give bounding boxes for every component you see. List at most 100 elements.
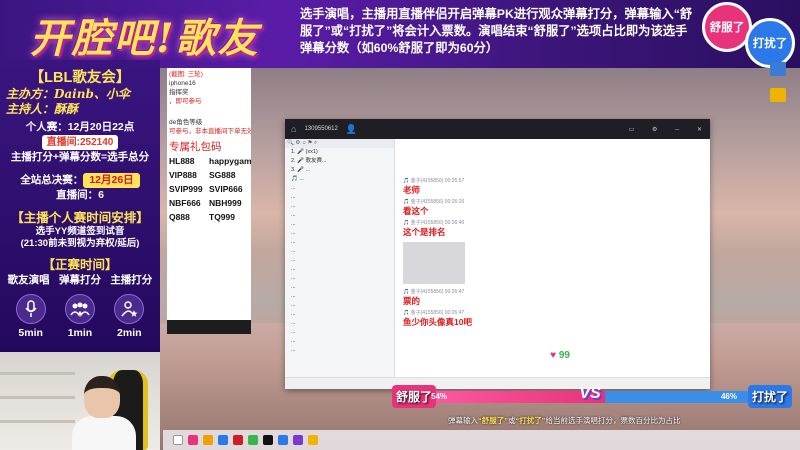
- shelf: [0, 372, 75, 375]
- slots-row: 直播间：6: [56, 189, 104, 201]
- banner-title: 开腔吧!歌友: [30, 15, 260, 62]
- segment-labels: 歌友演唱 弹幕打分 主播打分: [0, 273, 160, 288]
- gift-code: NBF666: [169, 198, 201, 208]
- segment-barrage: 1min: [61, 294, 99, 339]
- channel-item[interactable]: ...: [285, 238, 394, 247]
- app-icon: [770, 62, 786, 76]
- yy-titlebar: ⌂ 1309550612 👤 ▭ ⚙ ─ ✕: [285, 119, 710, 139]
- desktop-icon[interactable]: [765, 88, 791, 102]
- channel-search[interactable]: 🔍 ⚙ ♫ ⚑ ⌕: [285, 139, 394, 148]
- yy-window[interactable]: ⌂ 1309550612 👤 ▭ ⚙ ─ ✕ 🔍 ⚙ ♫ ⚑ ⌕ 1. 🎤 (x…: [285, 119, 710, 389]
- chat-meta: 🎵 金子(4155856) 00:26:47: [403, 289, 465, 295]
- badge-daraole: 打扰了: [745, 18, 795, 68]
- chat-image-thumbnail[interactable]: [403, 242, 465, 284]
- channel-item[interactable]: ...: [285, 292, 394, 301]
- shelf: [0, 396, 75, 399]
- taskbar[interactable]: [163, 430, 800, 450]
- schedule-line: 选手YY频道签到试音: [35, 226, 125, 237]
- segment-label: 弹幕打分: [58, 274, 101, 286]
- window-controls[interactable]: ▭ ⚙ ─ ✕: [629, 126, 710, 133]
- gift-codes-grid: HL888 happygame VIP888 SG888 SVIP999 SVI…: [167, 154, 251, 224]
- room-row: 直播间:252140: [0, 135, 160, 150]
- start-icon[interactable]: [173, 435, 183, 445]
- gift-code: TQ999: [209, 212, 235, 222]
- hearts-counter: ♥ 99: [550, 350, 570, 361]
- desktop-icon[interactable]: [765, 62, 791, 76]
- channel-item[interactable]: ...: [285, 229, 394, 238]
- chat-meta: 🎵 金子(4155856) 00:26:26: [403, 199, 465, 205]
- chat-text: 看这个: [403, 206, 429, 216]
- vs-logo: VS: [579, 385, 601, 402]
- gift-code: SG888: [209, 170, 236, 180]
- vote-bar: 舒服了 54% VS 46% 打扰了: [392, 385, 792, 409]
- doc-line: 可参与，非本直播间下单无效: [169, 128, 251, 135]
- streamer-body: [72, 416, 136, 450]
- taskbar-app-icon[interactable]: [308, 435, 318, 445]
- channel-item[interactable]: ...: [285, 346, 394, 355]
- taskbar-app-icon[interactable]: [278, 435, 288, 445]
- chat-message: 🎵 金子(4155856) 00:26:26 看这个: [403, 198, 710, 217]
- subtitle-option-b: “打扰了”: [515, 416, 546, 425]
- taskbar-app-icon[interactable]: [218, 435, 228, 445]
- segment-duration: 2min: [117, 327, 142, 339]
- streamer-head: [84, 376, 120, 418]
- score-formula: 主播打分+弹幕分数=选手总分: [10, 151, 150, 163]
- channel-item[interactable]: 2. 🎤 歌友赛...: [285, 157, 394, 166]
- subtitle-rest: 给当前选手演唱打分，票数百分比为占比: [545, 416, 681, 425]
- channel-item[interactable]: 1. 🎤 (xx1): [285, 148, 394, 157]
- channel-item[interactable]: ...: [285, 337, 394, 346]
- channel-item[interactable]: 3. 🎤 ...: [285, 166, 394, 175]
- segment-icons: 5min 1min 2min: [0, 294, 160, 339]
- segment-host: 2min: [110, 294, 148, 339]
- gift-code: SVIP666: [209, 184, 243, 194]
- doc-line: 指挥奖: [169, 89, 189, 96]
- channel-item[interactable]: ...: [285, 274, 394, 283]
- gift-code: VIP888: [169, 170, 197, 180]
- channel-item[interactable]: ...: [285, 202, 394, 211]
- home-icon[interactable]: ⌂: [291, 124, 296, 134]
- channel-item[interactable]: ...: [285, 328, 394, 337]
- gift-code: HL888: [169, 156, 195, 166]
- channel-item[interactable]: ...: [285, 211, 394, 220]
- gift-code: NBH999: [209, 198, 242, 208]
- gift-code: SVIP999: [169, 184, 203, 194]
- chat-text: 票的: [403, 296, 421, 306]
- channel-item[interactable]: ...: [285, 283, 394, 292]
- document-window[interactable]: (截图: 三轮) iphone16 指挥奖 ，即可参与 de角色等级 可参与，非…: [167, 68, 251, 334]
- chat-meta: 🎵 金子(4155856) 00:25:57: [403, 178, 465, 184]
- yy-chat-panel[interactable]: 🎵 金子(4155856) 00:25:57 老师 🎵 金子(4155856) …: [397, 139, 710, 377]
- channel-item[interactable]: ...: [285, 265, 394, 274]
- segment-sing: 5min: [12, 294, 50, 339]
- final-date: 12月26日: [83, 173, 140, 188]
- star-user-icon: [114, 294, 145, 324]
- taskbar-app-icon[interactable]: [233, 435, 243, 445]
- subtitle-option-a: “舒服了”: [478, 416, 508, 425]
- taskbar-app-icon[interactable]: [203, 435, 213, 445]
- yy-channel-list[interactable]: 🔍 ⚙ ♫ ⚑ ⌕ 1. 🎤 (xx1) 2. 🎤 歌友赛... 3. 🎤 ..…: [285, 139, 395, 377]
- channel-item[interactable]: ...: [285, 247, 394, 256]
- channel-item[interactable]: ...: [285, 301, 394, 310]
- taskbar-app-icon[interactable]: [293, 435, 303, 445]
- channel-item[interactable]: ...: [285, 310, 394, 319]
- final-label: 全站总决赛：: [20, 174, 84, 186]
- taskbar-app-icon[interactable]: [188, 435, 198, 445]
- taskbar-app-icon[interactable]: [248, 435, 258, 445]
- channel-item[interactable]: ...: [285, 184, 394, 193]
- channel-item[interactable]: ...: [285, 220, 394, 229]
- channel-item[interactable]: 🎵 ...: [285, 175, 394, 184]
- chat-meta: 🎵 金子(4155856) 00:26:47: [403, 310, 465, 316]
- schedule-heading: 【主播个人赛时间安排】: [11, 211, 149, 225]
- channel-item[interactable]: ...: [285, 319, 394, 328]
- vote-left-percent: 54%: [431, 392, 448, 401]
- chat-message: 🎵 金子(4155856) 00:26:47 票的: [403, 288, 710, 307]
- user-icon[interactable]: 👤: [346, 124, 357, 135]
- channel-item[interactable]: ...: [285, 256, 394, 265]
- banner-rules-text: 选手演唱，主播用直播伴侣开启弹幕PK进行观众弹幕打分，弹幕输入“舒服了”或“打扰…: [300, 7, 693, 55]
- chat-text: 这个是排名: [403, 227, 446, 237]
- taskbar-app-icon[interactable]: [263, 435, 273, 445]
- yy-room-id: 1309550612: [304, 126, 338, 132]
- hearts-count: 99: [558, 350, 570, 361]
- channel-item[interactable]: ...: [285, 193, 394, 202]
- chat-text: 老师: [403, 185, 421, 195]
- segment-duration: 5min: [18, 327, 43, 339]
